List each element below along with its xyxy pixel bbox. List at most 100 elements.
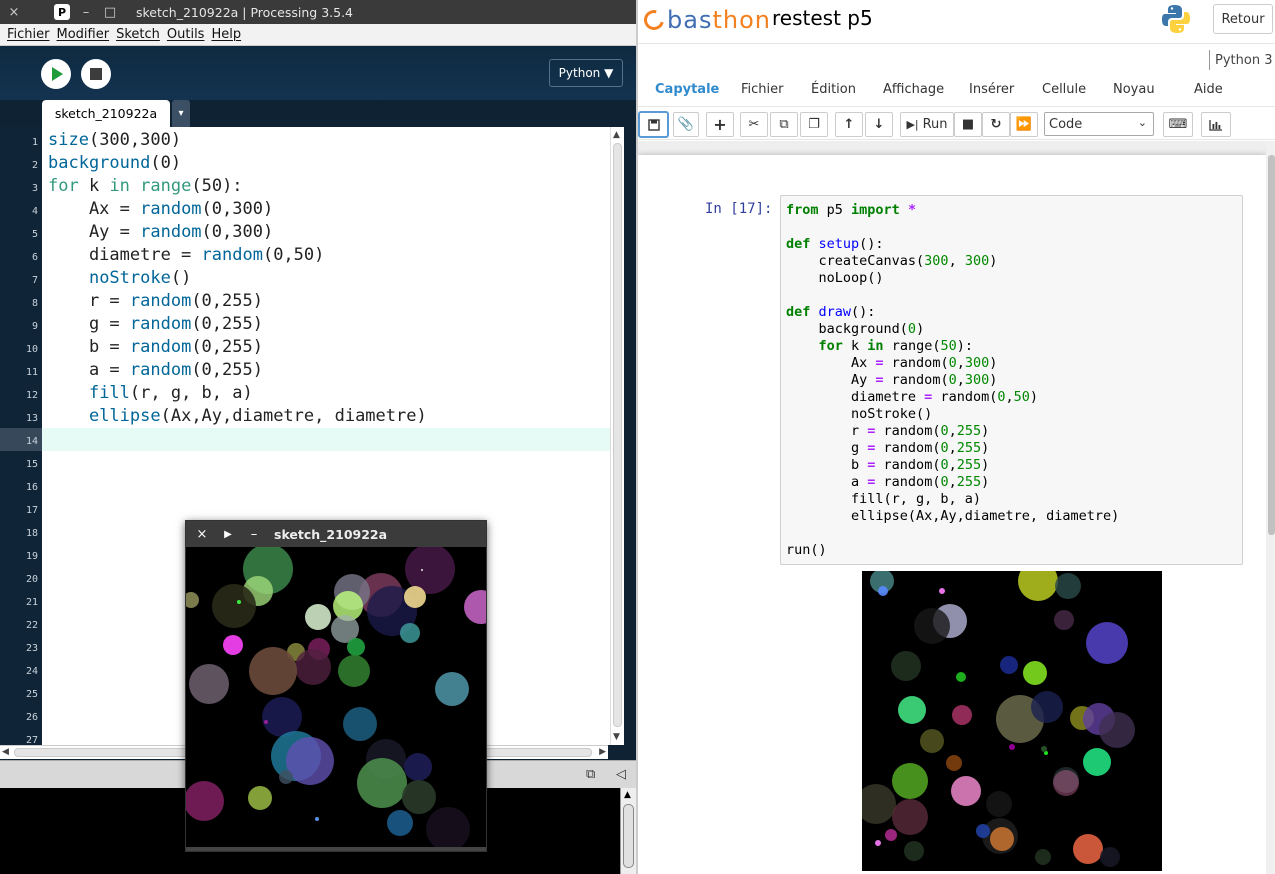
ellipse-shape xyxy=(404,586,426,608)
python-logo-icon xyxy=(1162,5,1190,33)
console-collapse-icon[interactable]: ◁ xyxy=(616,767,626,782)
sketch-window[interactable]: × ▶ – sketch_210922a xyxy=(185,520,487,852)
ellipse-shape xyxy=(421,569,423,571)
ellipse-shape xyxy=(1073,834,1103,864)
ellipse-shape xyxy=(295,649,331,685)
ellipse-shape xyxy=(315,817,319,821)
line-number: 18 xyxy=(25,528,38,539)
insert-cell-button[interactable]: + xyxy=(706,112,734,137)
interrupt-button[interactable]: ■ xyxy=(954,112,982,137)
menu-help[interactable]: Help xyxy=(211,27,241,42)
scroll-right-icon[interactable]: ▶ xyxy=(599,747,606,757)
line-number: 19 xyxy=(25,551,38,562)
save-button[interactable] xyxy=(639,112,668,137)
ellipse-shape xyxy=(347,638,365,656)
command-palette-button[interactable]: ⌨ xyxy=(1163,112,1193,137)
mode-selector[interactable]: Python ▼ xyxy=(549,59,623,87)
ellipse-shape xyxy=(946,755,962,771)
plus-icon: + xyxy=(713,115,727,134)
ellipse-shape xyxy=(400,623,420,643)
run-button[interactable] xyxy=(41,59,71,89)
ellipse-shape xyxy=(1023,661,1047,685)
arrow-down-icon: ↓ xyxy=(873,117,885,132)
tab-sketch[interactable]: sketch_210922a xyxy=(42,100,170,127)
restart-button[interactable]: ↻ xyxy=(982,112,1010,137)
cell-code-line: for k in range(50): xyxy=(818,338,973,354)
line-number: 11 xyxy=(25,367,38,378)
sketch-minimize-icon[interactable]: – xyxy=(244,527,264,542)
menu-fichier[interactable]: Fichier xyxy=(7,27,50,42)
cell-code-line: g = random(0,255) xyxy=(786,440,990,456)
attach-button[interactable]: 📎 xyxy=(673,112,699,137)
ellipse-shape xyxy=(237,600,241,604)
ellipse-shape xyxy=(976,824,990,838)
ellipse-shape xyxy=(212,584,256,628)
chart-button[interactable] xyxy=(1201,112,1231,137)
line-number: 9 xyxy=(31,321,38,332)
cell-code-line: r = random(0,255) xyxy=(786,423,990,439)
paste-button[interactable]: ❐ xyxy=(800,112,828,137)
basthon-logo[interactable]: basthon xyxy=(640,5,771,35)
stop-icon: ■ xyxy=(961,117,975,132)
line-number: 3 xyxy=(31,183,38,194)
menu-affichage[interactable]: Affichage xyxy=(883,82,944,97)
close-icon[interactable]: × xyxy=(2,5,26,20)
processing-logo-icon: P xyxy=(54,4,70,20)
sketch-close-icon[interactable]: × xyxy=(192,527,212,542)
maximize-icon[interactable]: □ xyxy=(98,5,122,20)
retour-button[interactable]: Retour xyxy=(1213,4,1273,34)
chart-icon xyxy=(1209,119,1222,131)
minimize-icon[interactable]: – xyxy=(74,5,98,20)
console-scrollbar[interactable]: ▲ xyxy=(620,788,636,874)
copy-button[interactable]: ⧉ xyxy=(770,112,798,137)
notebook-title[interactable]: restest p5 xyxy=(772,6,873,30)
line-number: 26 xyxy=(25,712,38,723)
cut-button[interactable]: ✂ xyxy=(740,112,768,137)
line-number: 10 xyxy=(25,344,38,355)
menu-outils[interactable]: Outils xyxy=(167,27,205,42)
sketch-title: sketch_210922a xyxy=(274,526,388,542)
cell-prompt: In [17]: xyxy=(705,201,773,217)
menu-sketch[interactable]: Sketch xyxy=(116,27,160,42)
scroll-up-icon[interactable]: ▲ xyxy=(613,130,620,140)
notebook-scroll-thumb[interactable] xyxy=(1268,155,1275,535)
scroll-left-icon[interactable]: ◀ xyxy=(2,747,9,757)
ellipse-shape xyxy=(189,664,229,704)
tab-menu-icon[interactable]: ▾ xyxy=(172,100,190,127)
ellipse-shape xyxy=(1083,748,1111,776)
restart-run-all-button[interactable]: ⏩ xyxy=(1010,112,1038,137)
menu-cellule[interactable]: Cellule xyxy=(1042,82,1086,97)
console-scroll-up-icon[interactable]: ▲ xyxy=(624,790,631,800)
menu-modifier[interactable]: Modifier xyxy=(57,27,110,42)
line-number: 1 xyxy=(31,137,38,148)
menu-noyau[interactable]: Noyau xyxy=(1113,82,1155,97)
menu-aide[interactable]: Aide xyxy=(1194,82,1223,97)
menu-capytale[interactable]: Capytale xyxy=(655,82,719,97)
editor-vertical-scrollbar[interactable]: ▲ ▼ xyxy=(610,127,624,745)
ellipse-shape xyxy=(904,841,924,861)
sketch-menu-icon[interactable]: ▶ xyxy=(218,529,238,540)
menu-fichier-nb[interactable]: Fichier xyxy=(741,82,784,97)
notebook-scrollbar[interactable] xyxy=(1266,141,1275,874)
line-number: 15 xyxy=(25,459,38,470)
move-down-button[interactable]: ↓ xyxy=(865,112,893,137)
run-cell-button[interactable]: ▶| Run xyxy=(900,112,954,137)
cell-type-select[interactable]: Code ⌄ xyxy=(1044,112,1154,136)
move-up-button[interactable]: ↑ xyxy=(835,112,863,137)
line-number: 2 xyxy=(31,160,38,171)
menu-edition[interactable]: Édition xyxy=(811,82,856,97)
code-line: a = random(0,255) xyxy=(48,360,263,380)
console-scroll-thumb[interactable] xyxy=(623,804,634,868)
scroll-down-icon[interactable]: ▼ xyxy=(613,732,620,742)
console-copy-icon[interactable]: ⧉ xyxy=(586,767,595,782)
arrow-up-icon: ↑ xyxy=(843,117,855,132)
menu-inserer[interactable]: Insérer xyxy=(969,82,1014,97)
line-number: 7 xyxy=(31,275,38,286)
code-cell[interactable]: from p5 import * def setup(): createCanva… xyxy=(780,195,1243,565)
ellipse-shape xyxy=(248,786,272,810)
sketch-titlebar[interactable]: × ▶ – sketch_210922a xyxy=(186,521,486,547)
cell-code-line: ellipse(Ax,Ay,diametre, diametre) xyxy=(786,508,1120,524)
stop-button[interactable] xyxy=(81,59,111,89)
ellipse-shape xyxy=(891,651,921,681)
scroll-thumb[interactable] xyxy=(613,143,622,727)
